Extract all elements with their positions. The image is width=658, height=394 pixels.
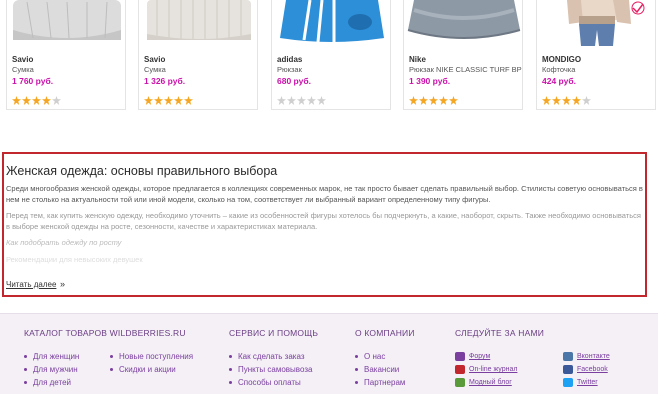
star-icon <box>542 96 551 105</box>
footer-link[interactable]: Как сделать заказ <box>229 350 318 363</box>
footer-link[interactable]: Скидки и акции <box>110 363 193 376</box>
footer-link[interactable]: Новые поступления <box>110 350 193 363</box>
footer-link[interactable]: Способы оплаты <box>229 376 318 389</box>
product-type: Рюкзак NIKE CLASSIC TURF BP <box>409 65 522 74</box>
chevron-right-icon: » <box>60 279 66 289</box>
footer-link[interactable]: Для мужчин <box>24 363 110 376</box>
rating-stars <box>144 96 194 105</box>
twitter-icon <box>563 377 573 387</box>
footer-link[interactable]: Для детей <box>24 376 110 389</box>
product-card[interactable]: Savio Сумка 1 760 руб. <box>6 0 126 110</box>
footer-company: О КОМПАНИИ О нас Вакансии Партнерам <box>355 328 415 389</box>
facebook-icon <box>563 364 573 374</box>
product-price: 1 390 руб. <box>409 76 451 86</box>
product-brand[interactable]: Savio <box>144 55 165 64</box>
seo-article: Женская одежда: основы правильного выбор… <box>2 152 647 297</box>
article-subheading: Как подобрать одежду по росту <box>6 238 122 247</box>
footer-link[interactable]: Вакансии <box>355 363 415 376</box>
article-paragraph: Среди многообразия женской одежды, котор… <box>6 184 643 204</box>
blog-icon <box>455 377 465 387</box>
star-icon <box>582 96 591 105</box>
twitter-link[interactable]: Twitter <box>563 376 610 389</box>
footer-heading: СЕРВИС И ПОМОЩЬ <box>229 328 319 338</box>
product-brand[interactable]: Savio <box>12 55 33 64</box>
star-icon <box>174 96 183 105</box>
site-footer: КАТАЛОГ ТОВАРОВ WILDBERRIES.RU Для женщи… <box>0 313 658 394</box>
star-icon <box>572 96 581 105</box>
product-price: 1 760 руб. <box>12 76 54 86</box>
article-paragraph: Перед тем, как купить женскую одежду, не… <box>6 211 641 231</box>
star-icon <box>429 96 438 105</box>
star-icon <box>287 96 296 105</box>
product-price: 680 руб. <box>277 76 311 86</box>
facebook-link[interactable]: Facebook <box>563 363 610 376</box>
star-icon <box>449 96 458 105</box>
rating-stars <box>409 96 459 105</box>
forum-icon <box>455 351 465 361</box>
product-price: 1 326 руб. <box>144 76 186 86</box>
star-icon <box>562 96 571 105</box>
star-icon <box>12 96 21 105</box>
product-photo[interactable] <box>272 0 390 46</box>
star-icon <box>307 96 316 105</box>
star-icon <box>297 96 306 105</box>
vk-icon <box>563 351 573 361</box>
star-icon <box>42 96 51 105</box>
product-type: Кофточка <box>542 65 576 74</box>
product-card[interactable]: Nike Рюкзак NIKE CLASSIC TURF BP 1 390 р… <box>403 0 523 110</box>
star-icon <box>22 96 31 105</box>
product-photo[interactable] <box>139 0 257 46</box>
star-icon <box>277 96 286 105</box>
star-icon <box>409 96 418 105</box>
footer-link[interactable]: Пункты самовывоза <box>229 363 318 376</box>
read-more-link[interactable]: Читать далее <box>6 280 56 289</box>
star-icon <box>164 96 173 105</box>
star-icon <box>32 96 41 105</box>
footer-link[interactable]: О нас <box>355 350 415 363</box>
star-icon <box>317 96 326 105</box>
star-icon <box>154 96 163 105</box>
rating-stars <box>12 96 62 105</box>
footer-link[interactable]: Партнерам <box>355 376 415 389</box>
product-photo[interactable] <box>537 0 655 46</box>
product-brand[interactable]: Nike <box>409 55 426 64</box>
product-card[interactable]: MONDIGO Кофточка 424 руб. <box>536 0 656 110</box>
product-strip: Savio Сумка 1 760 руб. Savio Сумка 1 326… <box>0 0 658 112</box>
vk-link[interactable]: Вконтакте <box>563 350 610 363</box>
star-icon <box>439 96 448 105</box>
star-icon <box>184 96 193 105</box>
product-card[interactable]: adidas Рюкзак 680 руб. <box>271 0 391 110</box>
product-type: Сумка <box>12 65 34 74</box>
article-title: Женская одежда: основы правильного выбор… <box>6 164 278 178</box>
product-type: Сумка <box>144 65 166 74</box>
blog-link[interactable]: Модный блог <box>455 376 563 389</box>
product-photo[interactable] <box>7 0 125 46</box>
journal-icon <box>455 364 465 374</box>
product-price: 424 руб. <box>542 76 576 86</box>
footer-service: СЕРВИС И ПОМОЩЬ Как сделать заказ Пункты… <box>229 328 318 389</box>
product-brand[interactable]: MONDIGO <box>542 55 581 64</box>
rating-stars <box>542 96 592 105</box>
star-icon <box>419 96 428 105</box>
footer-link[interactable]: Для женщин <box>24 350 110 363</box>
article-paragraph: Рекомендации для невысоких девушек <box>6 255 143 264</box>
footer-heading: СЛЕДУЙТЕ ЗА НАМИ <box>455 328 545 338</box>
footer-heading: КАТАЛОГ ТОВАРОВ WILDBERRIES.RU <box>24 328 186 338</box>
product-photo[interactable] <box>404 0 522 46</box>
product-type: Рюкзак <box>277 65 302 74</box>
forum-link[interactable]: Форум <box>455 350 563 363</box>
product-card[interactable]: Savio Сумка 1 326 руб. <box>138 0 258 110</box>
star-icon <box>52 96 61 105</box>
footer-heading: О КОМПАНИИ <box>355 328 415 338</box>
rating-stars <box>277 96 327 105</box>
star-icon <box>144 96 153 105</box>
footer-catalog: КАТАЛОГ ТОВАРОВ WILDBERRIES.RU Для женщи… <box>24 328 193 389</box>
star-icon <box>552 96 561 105</box>
product-brand[interactable]: adidas <box>277 55 302 64</box>
footer-social: СЛЕДУЙТЕ ЗА НАМИ Форум On-line журнал Мо… <box>455 328 610 389</box>
journal-link[interactable]: On-line журнал <box>455 363 563 376</box>
